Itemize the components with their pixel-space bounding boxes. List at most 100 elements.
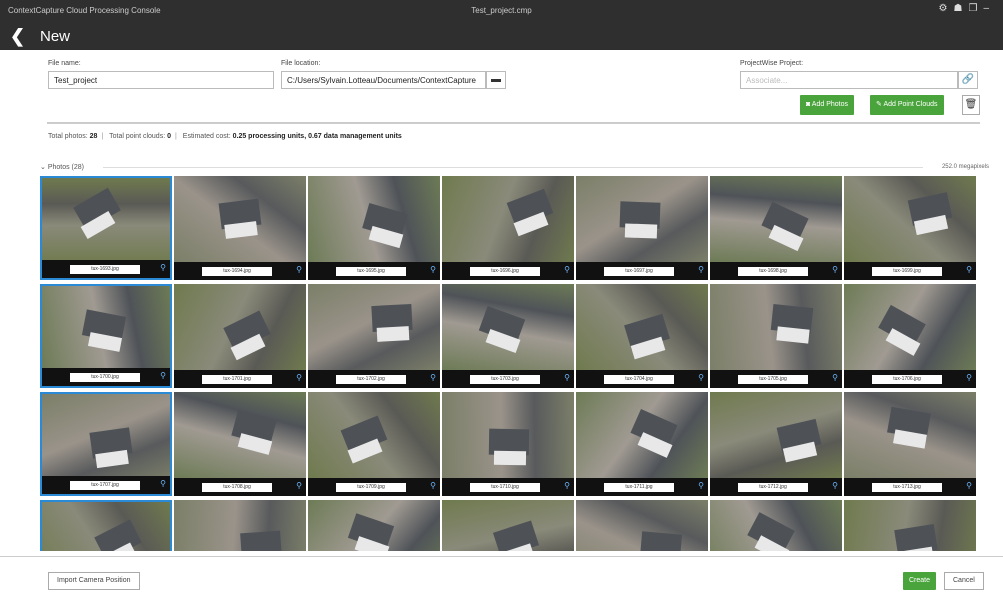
- photo-thumbnail[interactable]: tux-1706.jpg ⚲: [844, 284, 976, 388]
- caption-bar: tux-1703.jpg ⚲: [442, 370, 574, 388]
- photo-thumbnail[interactable]: tux-1698.jpg ⚲: [710, 176, 842, 280]
- projectwise-input[interactable]: Associate...: [740, 71, 958, 89]
- aerial-photo: [710, 284, 842, 370]
- add-photos-button[interactable]: ◙ Add Photos: [800, 95, 854, 115]
- photo-thumbnail[interactable]: [308, 500, 440, 551]
- photo-thumbnail[interactable]: tux-1709.jpg ⚲: [308, 392, 440, 496]
- photo-thumbnail[interactable]: tux-1696.jpg ⚲: [442, 176, 574, 280]
- location-pin-icon: ⚲: [966, 481, 972, 490]
- back-icon[interactable]: ❮: [10, 26, 25, 47]
- file-name-label: File name:: [48, 60, 81, 67]
- window-controls: ⚙☗❐–: [939, 3, 995, 14]
- caption-bar: tux-1710.jpg ⚲: [442, 478, 574, 496]
- file-location-input[interactable]: C:/Users/Sylvain.Lotteau/Documents/Conte…: [281, 71, 486, 89]
- photo-thumbnail[interactable]: [442, 500, 574, 551]
- photo-filename: tux-1707.jpg: [70, 481, 140, 490]
- photo-thumbnail[interactable]: [844, 500, 976, 551]
- house-roof: [492, 520, 540, 551]
- location-pin-icon: ⚲: [296, 265, 302, 274]
- photo-thumbnail[interactable]: tux-1700.jpg ⚲: [40, 284, 172, 388]
- photo-filename: tux-1705.jpg: [738, 375, 808, 384]
- house-roof: [94, 519, 142, 551]
- location-pin-icon: ⚲: [160, 479, 166, 488]
- photo-thumbnail[interactable]: tux-1699.jpg ⚲: [844, 176, 976, 280]
- caption-bar: tux-1704.jpg ⚲: [576, 370, 708, 388]
- house-roof: [639, 531, 683, 551]
- aerial-photo: [174, 500, 306, 551]
- location-pin-icon: ⚲: [160, 263, 166, 272]
- photo-thumbnail[interactable]: tux-1710.jpg ⚲: [442, 392, 574, 496]
- photo-filename: tux-1695.jpg: [336, 267, 406, 276]
- file-name-input[interactable]: Test_project: [48, 71, 274, 89]
- photo-thumbnail[interactable]: tux-1705.jpg ⚲: [710, 284, 842, 388]
- user-icon[interactable]: ☗: [954, 3, 969, 14]
- aerial-photo: [42, 394, 170, 480]
- photo-thumbnail[interactable]: tux-1708.jpg ⚲: [174, 392, 306, 496]
- photo-thumbnail[interactable]: tux-1695.jpg ⚲: [308, 176, 440, 280]
- aerial-photo: [308, 284, 440, 370]
- caption-bar: tux-1694.jpg ⚲: [174, 262, 306, 280]
- photo-filename: tux-1694.jpg: [202, 267, 272, 276]
- aerial-photo: [576, 284, 708, 370]
- minimize-icon[interactable]: –: [983, 3, 995, 14]
- link-icon[interactable]: 🔗: [958, 71, 978, 89]
- location-pin-icon: ⚲: [698, 265, 704, 274]
- photo-thumbnail[interactable]: tux-1701.jpg ⚲: [174, 284, 306, 388]
- photo-filename: tux-1711.jpg: [604, 483, 674, 492]
- photo-grid: tux-1693.jpg ⚲ tux-1694.jpg ⚲ tux-1695.jpg ⚲ t…: [40, 176, 980, 551]
- location-pin-icon: ⚲: [564, 265, 570, 274]
- photo-thumbnail[interactable]: tux-1702.jpg ⚲: [308, 284, 440, 388]
- location-pin-icon: ⚲: [296, 373, 302, 382]
- photo-thumbnail[interactable]: tux-1694.jpg ⚲: [174, 176, 306, 280]
- caption-bar: tux-1711.jpg ⚲: [576, 478, 708, 496]
- caption-bar: tux-1700.jpg ⚲: [42, 368, 170, 386]
- restore-icon[interactable]: ❐: [968, 3, 983, 14]
- photo-thumbnail[interactable]: [174, 500, 306, 551]
- photo-thumbnail[interactable]: tux-1712.jpg ⚲: [710, 392, 842, 496]
- caption-bar: tux-1698.jpg ⚲: [710, 262, 842, 280]
- folder-icon[interactable]: ▬: [486, 71, 506, 89]
- settings-icon[interactable]: ⚙: [939, 3, 954, 14]
- photo-thumbnail[interactable]: [576, 500, 708, 551]
- photos-section-header[interactable]: ⌄ Photos (28): [40, 163, 84, 171]
- aerial-photo: [844, 284, 976, 370]
- trash-icon[interactable]: 🗑: [962, 95, 980, 115]
- location-pin-icon: ⚲: [564, 373, 570, 382]
- house-wall: [224, 221, 258, 239]
- house-wall: [776, 326, 810, 344]
- aerial-photo: [174, 176, 306, 262]
- photo-thumbnail[interactable]: tux-1711.jpg ⚲: [576, 392, 708, 496]
- footer-divider: [0, 556, 1003, 557]
- location-pin-icon: ⚲: [430, 481, 436, 490]
- add-point-clouds-button[interactable]: ✎ Add Point Clouds: [870, 95, 944, 115]
- photo-thumbnail[interactable]: tux-1693.jpg ⚲: [40, 176, 172, 280]
- caption-bar: tux-1699.jpg ⚲: [844, 262, 976, 280]
- aerial-photo: [308, 500, 440, 551]
- location-pin-icon: ⚲: [832, 481, 838, 490]
- caption-bar: tux-1696.jpg ⚲: [442, 262, 574, 280]
- aerial-photo: [42, 286, 170, 372]
- location-pin-icon: ⚲: [698, 481, 704, 490]
- create-button[interactable]: Create: [903, 572, 937, 590]
- photo-thumbnail[interactable]: tux-1707.jpg ⚲: [40, 392, 172, 496]
- photo-thumbnail[interactable]: [40, 500, 172, 551]
- import-camera-position-button[interactable]: Import Camera Position: [48, 572, 140, 590]
- caption-bar: tux-1713.jpg ⚲: [844, 478, 976, 496]
- location-pin-icon: ⚲: [832, 265, 838, 274]
- caption-bar: tux-1695.jpg ⚲: [308, 262, 440, 280]
- photo-filename: tux-1703.jpg: [470, 375, 540, 384]
- photo-thumbnail[interactable]: tux-1704.jpg ⚲: [576, 284, 708, 388]
- photo-filename: tux-1709.jpg: [336, 483, 406, 492]
- aerial-photo: [576, 500, 708, 551]
- photo-thumbnail[interactable]: tux-1697.jpg ⚲: [576, 176, 708, 280]
- photo-thumbnail[interactable]: tux-1703.jpg ⚲: [442, 284, 574, 388]
- cancel-button[interactable]: Cancel: [944, 572, 984, 590]
- house-roof: [240, 530, 282, 551]
- photo-thumbnail[interactable]: [710, 500, 842, 551]
- section-divider: [103, 167, 923, 168]
- chevron-down-icon: ⌄: [40, 164, 48, 171]
- photo-filename: tux-1702.jpg: [336, 375, 406, 384]
- photo-thumbnail[interactable]: tux-1713.jpg ⚲: [844, 392, 976, 496]
- caption-bar: tux-1693.jpg ⚲: [42, 260, 170, 278]
- location-pin-icon: ⚲: [430, 373, 436, 382]
